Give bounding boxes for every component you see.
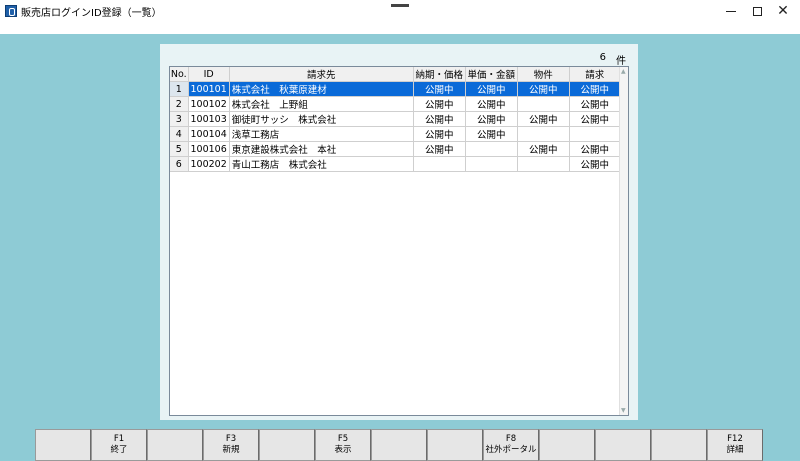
cell-unit-amount[interactable] <box>465 141 518 157</box>
cell-delivery-price[interactable] <box>413 156 466 172</box>
fkey-blank[interactable] <box>539 429 595 461</box>
table-row[interactable]: 1 100101 株式会社 秋葉原建材 公開中 公開中 公開中 公開中 <box>170 81 621 97</box>
app-icon <box>5 5 17 17</box>
header-row: No. ID 請求先 納期・価格 単価・金額 物件 請求 <box>170 67 621 82</box>
table-row[interactable]: 5 100106 東京建設株式会社 本社 公開中 公開中 公開中 <box>170 141 621 157</box>
row-number[interactable]: 6 <box>170 156 189 172</box>
cell-id[interactable]: 100103 <box>188 111 230 127</box>
cell-unit-amount[interactable]: 公開中 <box>465 126 518 142</box>
fkey-label: 詳細 <box>726 445 744 455</box>
record-count-unit: 件 <box>616 56 626 67</box>
fkey-blank[interactable] <box>259 429 315 461</box>
cell-billing[interactable]: 浅草工務店 <box>229 126 414 142</box>
cell-property[interactable] <box>517 126 570 142</box>
cell-billing[interactable]: 東京建設株式会社 本社 <box>229 141 414 157</box>
row-number[interactable]: 3 <box>170 111 189 127</box>
fkey-code: F1 <box>113 434 125 444</box>
table-row[interactable]: 4 100104 浅草工務店 公開中 公開中 <box>170 126 621 142</box>
fkey-label: 新規 <box>222 445 240 455</box>
scroll-down-icon[interactable]: ▼ <box>621 407 626 414</box>
cell-delivery-price[interactable]: 公開中 <box>413 96 466 112</box>
function-key-bar: F1 終了 F3 新規 F5 表示 F8 社外ポータル F12 詳細 <box>35 429 763 461</box>
fkey-blank[interactable] <box>427 429 483 461</box>
cell-billing[interactable]: 株式会社 上野組 <box>229 96 414 112</box>
table-row[interactable]: 6 100202 青山工務店 株式会社 公開中 <box>170 156 621 172</box>
menu-strip <box>0 22 800 34</box>
drag-handle[interactable] <box>391 4 409 7</box>
cell-delivery-price[interactable]: 公開中 <box>413 81 466 97</box>
cell-invoice[interactable]: 公開中 <box>569 141 621 157</box>
cell-property[interactable] <box>517 96 570 112</box>
cell-invoice[interactable]: 公開中 <box>569 96 621 112</box>
fkey-label: 社外ポータル <box>485 445 537 455</box>
cell-unit-amount[interactable] <box>465 156 518 172</box>
close-icon: ✕ <box>777 3 789 19</box>
cell-property[interactable]: 公開中 <box>517 81 570 97</box>
cell-property[interactable]: 公開中 <box>517 111 570 127</box>
row-number[interactable]: 5 <box>170 141 189 157</box>
fkey-code: F3 <box>225 434 237 444</box>
fkey-blank[interactable] <box>35 429 91 461</box>
window-title: 販売店ログインID登録（一覧） <box>21 7 162 19</box>
fkey-label: 終了 <box>110 445 128 455</box>
cell-id[interactable]: 100106 <box>188 141 230 157</box>
cell-id[interactable]: 100102 <box>188 96 230 112</box>
cell-delivery-price[interactable]: 公開中 <box>413 111 466 127</box>
col-header-invoice[interactable]: 請求 <box>569 67 621 82</box>
fkey-f8[interactable]: F8 社外ポータル <box>483 429 539 461</box>
fkey-blank[interactable] <box>371 429 427 461</box>
grid-table: No. ID 請求先 納期・価格 単価・金額 物件 請求 1 100101 株式会社… <box>170 67 621 172</box>
cell-id[interactable]: 100101 <box>188 81 230 97</box>
cell-unit-amount[interactable]: 公開中 <box>465 111 518 127</box>
cell-property[interactable] <box>517 156 570 172</box>
vertical-scrollbar[interactable]: ▲ ▼ <box>619 67 628 415</box>
col-header-no[interactable]: No. <box>170 67 189 82</box>
row-number[interactable]: 4 <box>170 126 189 142</box>
col-header-property[interactable]: 物件 <box>517 67 570 82</box>
record-count-value: 6 <box>599 52 606 63</box>
cell-delivery-price[interactable]: 公開中 <box>413 126 466 142</box>
fkey-label: 表示 <box>334 445 352 455</box>
cell-delivery-price[interactable]: 公開中 <box>413 141 466 157</box>
table-row[interactable]: 3 100103 御徒町サッシ 株式会社 公開中 公開中 公開中 公開中 <box>170 111 621 127</box>
fkey-f12[interactable]: F12 詳細 <box>707 429 763 461</box>
row-number[interactable]: 2 <box>170 96 189 112</box>
fkey-blank[interactable] <box>651 429 707 461</box>
cell-unit-amount[interactable]: 公開中 <box>465 96 518 112</box>
cell-id[interactable]: 100104 <box>188 126 230 142</box>
fkey-f5[interactable]: F5 表示 <box>315 429 371 461</box>
table-row[interactable]: 2 100102 株式会社 上野組 公開中 公開中 公開中 <box>170 96 621 112</box>
cell-invoice[interactable]: 公開中 <box>569 111 621 127</box>
data-grid[interactable]: No. ID 請求先 納期・価格 単価・金額 物件 請求 1 100101 株式会社… <box>169 66 629 416</box>
fkey-f1[interactable]: F1 終了 <box>91 429 147 461</box>
cell-property[interactable]: 公開中 <box>517 141 570 157</box>
col-header-unit-amount[interactable]: 単価・金額 <box>465 67 518 82</box>
col-header-billing[interactable]: 請求先 <box>229 67 414 82</box>
row-number[interactable]: 1 <box>170 81 189 97</box>
col-header-id[interactable]: ID <box>188 67 230 82</box>
scroll-up-icon[interactable]: ▲ <box>621 68 626 75</box>
cell-invoice[interactable] <box>569 126 621 142</box>
cell-invoice[interactable]: 公開中 <box>569 81 621 97</box>
cell-unit-amount[interactable]: 公開中 <box>465 81 518 97</box>
cell-invoice[interactable]: 公開中 <box>569 156 621 172</box>
fkey-code: F8 <box>505 434 517 444</box>
fkey-blank[interactable] <box>595 429 651 461</box>
fkey-blank[interactable] <box>147 429 203 461</box>
fkey-code: F5 <box>337 434 349 444</box>
main-panel: 6 件 No. ID 請求先 納期・価格 単価・金額 物件 請求 1 100101… <box>160 44 638 420</box>
cell-billing[interactable]: 青山工務店 株式会社 <box>229 156 414 172</box>
close-button[interactable]: ✕ <box>760 0 800 22</box>
record-count: 6 件 <box>600 52 626 67</box>
fkey-f3[interactable]: F3 新規 <box>203 429 259 461</box>
cell-id[interactable]: 100202 <box>188 156 230 172</box>
cell-billing[interactable]: 御徒町サッシ 株式会社 <box>229 111 414 127</box>
cell-billing[interactable]: 株式会社 秋葉原建材 <box>229 81 414 97</box>
fkey-code: F12 <box>727 434 743 444</box>
col-header-delivery-price[interactable]: 納期・価格 <box>413 67 466 82</box>
